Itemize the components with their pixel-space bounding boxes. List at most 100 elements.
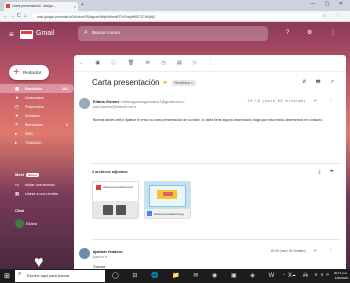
- search-icon: ⌕: [18, 271, 22, 277]
- meet-section-title: Meet Nuevo: [15, 172, 40, 177]
- gmail-app: ≡ Gmail ⌕ Buscar correo ? ⚙ ⋮ + Redactar…: [0, 22, 350, 283]
- subject-icons[interactable]: ⇵ 🖶 ↗: [302, 79, 338, 87]
- draft-icon: ✎: [15, 121, 19, 127]
- sidebar-item-inbox[interactable]: ▣ Recibidos 262: [0, 84, 74, 93]
- attachment-pdf[interactable]: carta presentación.pdf: [92, 181, 139, 219]
- sidebar-item-count: 6: [66, 122, 68, 127]
- toolbar-icons[interactable]: ← ▣ ⓘ 🗑 ✉ ◷ ▤ ▷ ⋮: [79, 59, 218, 66]
- avatar[interactable]: [79, 248, 90, 259]
- sidebar-item-drafts[interactable]: ✎ Borradores 6: [0, 120, 74, 129]
- new-badge: Nuevo: [26, 173, 40, 177]
- sidebar-item-sent[interactable]: ➤ Enviados: [0, 111, 74, 120]
- divider: [92, 163, 340, 164]
- email-subject: Carta presentación ► Recibidos ×: [92, 78, 196, 87]
- sidebar-item-label: Iniciar una reunión: [25, 182, 55, 187]
- back-icon[interactable]: ←: [3, 13, 8, 19]
- sidebar-item-starred[interactable]: ★ Destacados: [0, 93, 74, 102]
- plus-icon: +: [13, 66, 20, 78]
- subject-text: Carta presentación: [92, 78, 160, 87]
- message-actions[interactable]: ☆ ↩ ⋮: [298, 98, 338, 104]
- sender-name: Eliana Gómez: [93, 99, 120, 104]
- gmail-favicon-icon: [6, 4, 10, 8]
- clock-date: 14/6/2020: [334, 275, 348, 280]
- meet-title: Meet: [15, 172, 25, 177]
- search-input[interactable]: ⌕ Buscar correo: [78, 26, 268, 41]
- taskbar-search-placeholder: Escribe aquí para buscar: [27, 273, 70, 278]
- header-icons[interactable]: ? ⚙ ⋮: [286, 29, 344, 36]
- image-icon: [147, 211, 152, 216]
- important-icon[interactable]: ►: [163, 80, 169, 86]
- attachments-title: 2 archivos adjuntos: [92, 170, 128, 174]
- sidebar-item-start-meeting[interactable]: ▭ Iniciar una reunión: [0, 180, 74, 189]
- main-menu-icon[interactable]: ≡: [9, 30, 14, 39]
- thumbnail-detail: [163, 192, 173, 196]
- sidebar-item-label: Destacados: [25, 95, 44, 100]
- keyboard-icon: ▦: [15, 190, 20, 196]
- pdf-icon: [96, 185, 101, 190]
- clock-time: 20:17 p.m.: [333, 271, 348, 275]
- gmail-header: ≡ Gmail ⌕ Buscar correo ? ⚙ ⋮: [0, 22, 350, 46]
- home-icon[interactable]: ⌂: [24, 13, 27, 19]
- avatar[interactable]: [15, 219, 24, 228]
- system-tray-icons[interactable]: ^ ☁ 🔊 ESP: [283, 272, 332, 277]
- email-toolbar: ← ▣ ⓘ 🗑 ✉ ◷ ▤ ▷ ⋮: [74, 55, 346, 72]
- recipient-line[interactable]: para mí ▾: [93, 255, 107, 259]
- url-input[interactable]: mail.google.com/mail/u/0/#inbox/FMfcgxwH…: [32, 13, 322, 20]
- sidebar-item-label: Unirse a una reunión: [25, 191, 59, 196]
- email-view: ← ▣ ⓘ 🗑 ✉ ◷ ▤ ▷ ⋮ Carta presentación ► Rec…: [74, 55, 346, 283]
- download-icon[interactable]: [103, 205, 113, 215]
- compose-button[interactable]: + Redactar: [9, 65, 49, 80]
- sidebar-item-join-meeting[interactable]: ▦ Unirse a una reunión: [0, 189, 74, 198]
- address-bar-icons[interactable]: ☆ ⋮: [322, 13, 344, 19]
- sidebar-item-sms[interactable]: ▸ SMS: [0, 129, 74, 138]
- star-icon: ★: [15, 94, 20, 100]
- sidebar-item-label: Pospuestos: [25, 104, 44, 109]
- attachment-name: carta presentación.jpg: [154, 211, 184, 216]
- recipient-line[interactable]: para Aderitov@hotmail.com ▾: [93, 105, 136, 109]
- sidebar-item-trabajo[interactable]: ▸ TRABAJO: [0, 138, 74, 147]
- windows-start-icon[interactable]: ⊞: [4, 272, 10, 280]
- avatar[interactable]: [79, 98, 90, 109]
- browser-tab-bar: Carta presentación - ilarigo... × + — ▢ …: [0, 0, 350, 11]
- forward-icon[interactable]: →: [10, 13, 15, 19]
- browser-tab[interactable]: Carta presentación - ilarigo... ×: [4, 2, 78, 11]
- search-placeholder: Buscar correo: [92, 30, 121, 35]
- clock[interactable]: 20:17 p.m. 14/6/2020: [334, 271, 348, 280]
- tab-title: Carta presentación - ilarigo...: [12, 4, 56, 8]
- message-actions[interactable]: ☆ ↩ ⋮: [298, 248, 338, 254]
- inbox-label-chip[interactable]: Recibidos ×: [171, 79, 196, 86]
- video-icon: ▭: [15, 181, 20, 187]
- taskbar-search-input[interactable]: ⌕ Escribe aquí para buscar: [15, 270, 105, 282]
- sidebar-item-label: Borradores: [25, 122, 43, 127]
- message-body: Buenas tardes señor ajalinar le envío su…: [93, 118, 323, 122]
- sidebar-item-count: 262: [62, 86, 68, 91]
- new-tab-button[interactable]: +: [81, 2, 84, 8]
- sidebar-item-label: Recibidos: [25, 86, 43, 91]
- divider: [92, 239, 340, 240]
- taskbar: ⊞ ⌕ Escribe aquí para buscar ◯ ⊟ 🌐 📁 ✉ ◉…: [0, 269, 350, 283]
- window-controls[interactable]: — ▢ ✕: [310, 1, 347, 7]
- sender-email: <elianagomezgonzalez7@gmail.com>: [120, 100, 185, 104]
- chat-section-title: Chat: [15, 208, 24, 213]
- attachment-footer: carta presentación.jpg: [145, 209, 190, 218]
- gmail-wordmark[interactable]: Gmail: [36, 30, 54, 37]
- gmail-logo-icon[interactable]: [20, 30, 33, 39]
- sender-name: ajalinar fedaero: [93, 249, 123, 254]
- compose-label: Redactar: [23, 70, 42, 75]
- label-icon: ▸: [15, 130, 18, 136]
- reload-icon[interactable]: C: [17, 13, 21, 19]
- send-icon: ➤: [15, 112, 19, 118]
- search-icon[interactable]: ⌕: [84, 29, 88, 37]
- sidebar-item-label: Enviados: [25, 113, 40, 118]
- label-icon: ▸: [15, 139, 18, 145]
- sidebar-item-snoozed[interactable]: ◷ Pospuestos: [0, 102, 74, 111]
- attachment-image[interactable]: carta presentación.jpg: [144, 181, 191, 219]
- tab-close-icon[interactable]: ×: [74, 4, 76, 9]
- screen: Carta presentación - ilarigo... × + — ▢ …: [0, 0, 350, 283]
- attachment-actions[interactable]: ⤓ ☁: [318, 169, 338, 175]
- drive-icon[interactable]: [116, 205, 126, 215]
- inbox-icon: ▣: [15, 85, 20, 91]
- sidebar-item-label: SMS: [25, 131, 33, 136]
- attachment-hover-bar: [93, 201, 138, 218]
- chat-user-name[interactable]: Eliana: [26, 221, 37, 226]
